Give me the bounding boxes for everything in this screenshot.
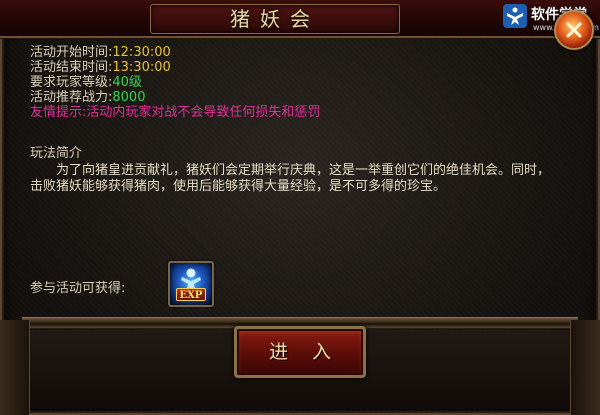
close-icon bbox=[566, 22, 582, 38]
start-time-label: 活动开始时间: bbox=[30, 45, 113, 60]
power-rec-label: 活动推荐战力: bbox=[30, 90, 113, 105]
level-req-row: 要求玩家等级:40级 bbox=[30, 75, 320, 90]
level-req-value: 40级 bbox=[112, 75, 142, 90]
intro-title: 玩法简介 bbox=[30, 146, 83, 161]
enter-button-label: 进入 bbox=[268, 341, 355, 363]
gameplay-intro: 玩法简介 为了向猪皇进贡献礼，猪妖们会定期举行庆典，这是一举重创它们的绝佳机会。… bbox=[30, 146, 570, 195]
level-req-label: 要求玩家等级: bbox=[30, 75, 113, 90]
start-time-value: 12:30:00 bbox=[112, 45, 171, 60]
watermark-logo-icon bbox=[503, 4, 527, 28]
frame-corner-left bbox=[0, 320, 30, 415]
friendly-tip: 友情提示:活动内玩家对战不会导致任何损失和惩罚 bbox=[30, 105, 321, 120]
end-time-value: 13:30:00 bbox=[112, 60, 171, 75]
intro-body: 为了向猪皇进贡献礼，猪妖们会定期举行庆典，这是一举重创它们的绝佳机会。同时，击败… bbox=[30, 163, 551, 194]
end-time-label: 活动结束时间: bbox=[30, 60, 113, 75]
event-info: 活动开始时间:12:30:00 活动结束时间:13:30:00 要求玩家等级:4… bbox=[30, 45, 320, 120]
power-rec-value: 8000 bbox=[112, 90, 146, 105]
exp-tag: EXP bbox=[176, 288, 206, 301]
enter-button[interactable]: 进入 bbox=[234, 326, 366, 378]
reward-label: 参与活动可获得: bbox=[30, 281, 126, 296]
exp-reward-icon[interactable]: EXP bbox=[168, 261, 214, 307]
end-time-row: 活动结束时间:13:30:00 bbox=[30, 60, 320, 75]
window-title: 猪妖会 bbox=[230, 7, 320, 31]
power-rec-row: 活动推荐战力:8000 bbox=[30, 90, 320, 105]
frame-corner-right bbox=[570, 320, 600, 415]
start-time-row: 活动开始时间:12:30:00 bbox=[30, 45, 320, 60]
close-button[interactable] bbox=[554, 10, 594, 50]
